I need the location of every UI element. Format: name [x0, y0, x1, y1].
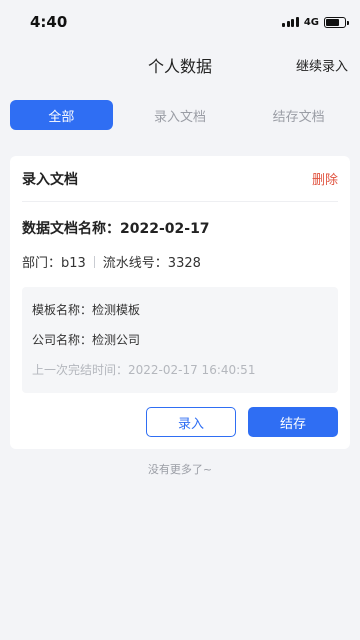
card-header: 录入文档 删除 — [22, 156, 338, 202]
info-box: 模板名称：检测模板 公司名称：检测公司 上一次完结时间：2022-02-17 1… — [22, 287, 338, 393]
continue-entry-button[interactable]: 继续录入 — [296, 56, 348, 75]
signal-icon — [282, 17, 299, 27]
page-title: 个人数据 — [147, 57, 212, 76]
company-name: 公司名称：检测公司 — [32, 333, 141, 347]
battery-fill — [326, 18, 339, 26]
filter-tabs: 全部 录入文档 结存文档 — [0, 100, 360, 130]
template-name: 模板名称：检测模板 — [32, 303, 141, 317]
doc-name: 数据文档名称：2022-02-17 — [22, 221, 210, 237]
tab-stock-docs[interactable]: 结存文档 — [247, 100, 350, 130]
network-type: 4G — [303, 16, 319, 28]
department-label: 部门：b13 — [22, 256, 86, 271]
status-bar: 4:40 4G — [0, 0, 360, 44]
nav-header: 个人数据 继续录入 — [0, 44, 360, 86]
status-time: 4:40 — [30, 13, 68, 31]
document-card: 录入文档 删除 数据文档名称：2022-02-17 部门：b13 流水线号：33… — [10, 156, 350, 449]
last-finish-time: 上一次完结时间：2022-02-17 16:40:51 — [32, 363, 256, 377]
delete-button[interactable]: 删除 — [312, 169, 338, 188]
entry-button[interactable]: 录入 — [146, 407, 236, 437]
doc-meta: 部门：b13 流水线号：3328 — [22, 252, 338, 271]
card-title: 录入文档 — [22, 171, 78, 188]
battery-icon — [324, 16, 349, 28]
meta-divider — [93, 255, 95, 268]
no-more-text: 没有更多了~ — [147, 463, 213, 476]
save-button[interactable]: 结存 — [248, 407, 338, 437]
tab-all[interactable]: 全部 — [10, 100, 113, 130]
card-actions: 录入 结存 — [22, 407, 338, 437]
tab-entry-docs[interactable]: 录入文档 — [129, 100, 232, 130]
status-indicators: 4G — [282, 16, 349, 28]
serial-label: 流水线号：3328 — [102, 256, 201, 271]
